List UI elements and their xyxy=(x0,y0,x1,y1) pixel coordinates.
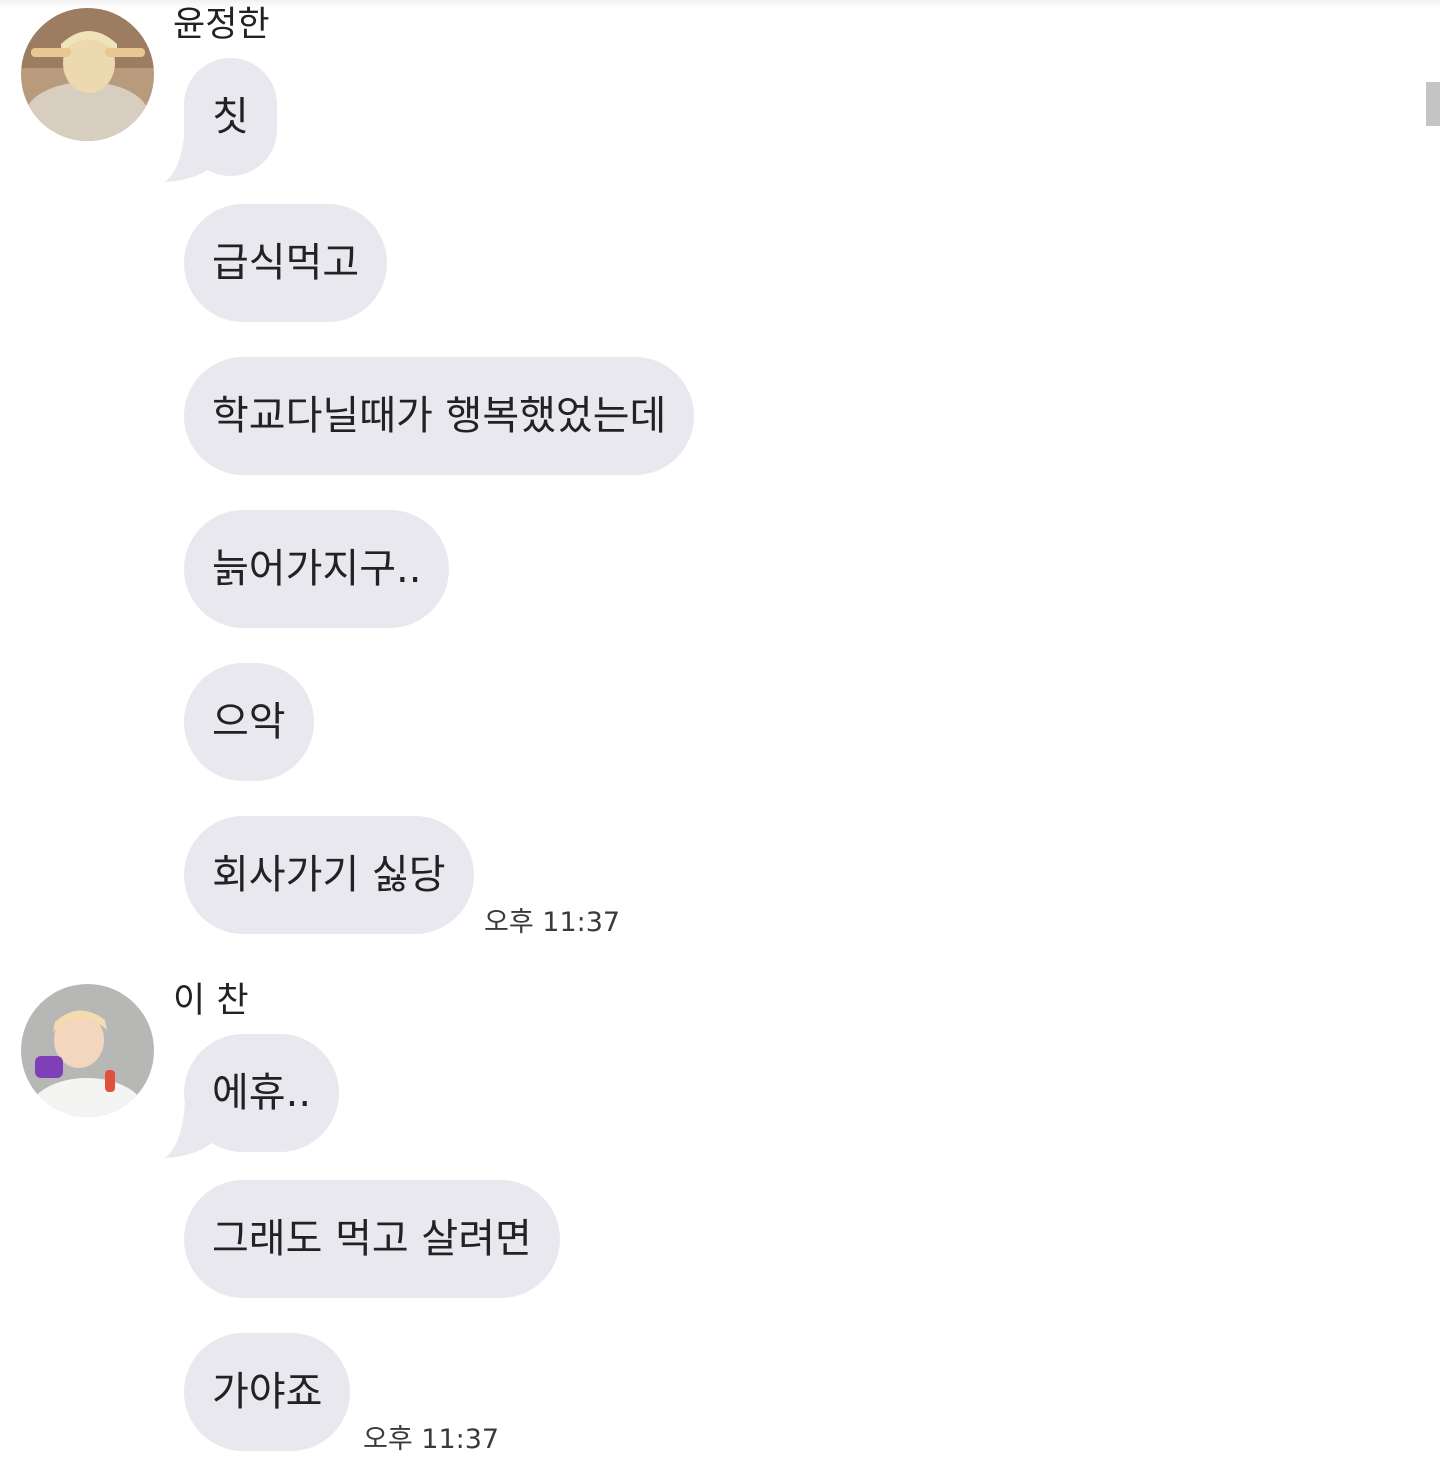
message-bubble[interactable]: 칫 xyxy=(184,58,277,176)
message-bubble[interactable]: 으악 xyxy=(184,663,314,781)
message-bubble[interactable]: 회사가기 싫당 xyxy=(184,816,474,934)
message-bubble[interactable]: 에휴.. xyxy=(184,1034,340,1152)
message-bubble[interactable]: 그래도 먹고 살려면 xyxy=(184,1180,560,1298)
profile-photo-icon xyxy=(21,8,154,141)
message-timestamp: 오후 11:37 xyxy=(484,907,621,938)
message-bubble[interactable]: 학교다닐때가 행복했었는데 xyxy=(184,357,695,475)
sender-name: 윤정한 xyxy=(173,5,270,45)
scrollbar-thumb[interactable] xyxy=(1426,82,1440,126)
sender-avatar[interactable] xyxy=(21,8,154,141)
sender-avatar[interactable] xyxy=(21,984,154,1117)
sender-name: 이 찬 xyxy=(173,981,249,1021)
message-bubble[interactable]: 가야죠 xyxy=(184,1333,351,1451)
message-timestamp: 오후 11:37 xyxy=(363,1424,500,1455)
message-bubble[interactable]: 급식먹고 xyxy=(184,204,388,322)
profile-photo-icon xyxy=(21,984,154,1117)
message-bubble[interactable]: 늙어가지구.. xyxy=(184,510,450,628)
